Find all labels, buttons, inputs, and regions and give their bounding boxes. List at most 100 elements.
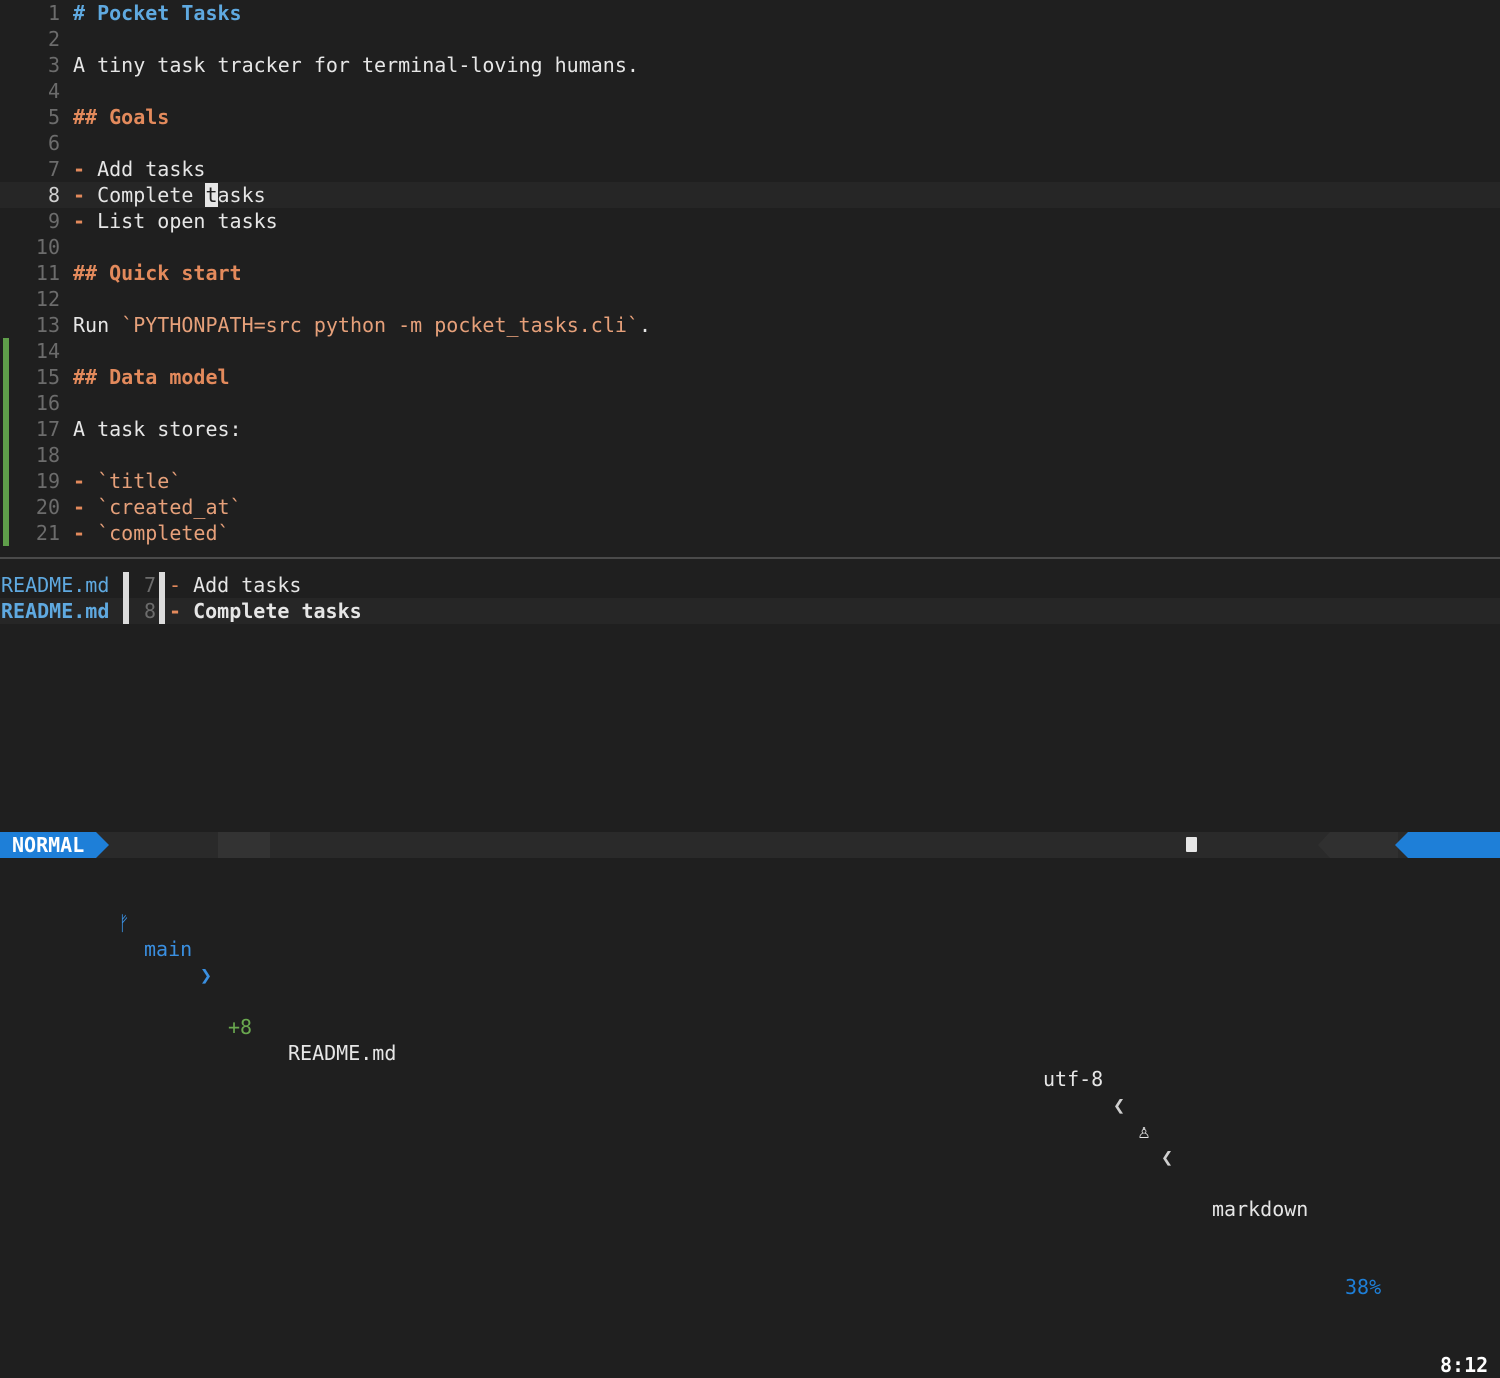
quickfix-line-number: 7 xyxy=(143,573,156,597)
line-number: 8 xyxy=(47,183,60,207)
text-span: # Pocket Tasks xyxy=(73,1,242,25)
file-encoding: utf-8 xyxy=(1043,1067,1104,1091)
line-text[interactable]: # Pocket Tasks xyxy=(73,0,242,26)
chevron-left-icon: ❮ xyxy=(1113,1093,1126,1117)
quickfix-text-content: Add tasks xyxy=(181,573,302,597)
editor-line[interactable]: 10 xyxy=(0,234,1500,260)
editor-line[interactable]: 15 ## Data model xyxy=(0,364,1500,390)
quickfix-divider xyxy=(123,598,129,624)
text-span: Add tasks xyxy=(97,157,206,181)
line-number: 6 xyxy=(47,131,60,155)
text-span: ## Goals xyxy=(73,105,170,129)
editor-line[interactable]: 21 - `completed` xyxy=(0,520,1500,546)
position-separator xyxy=(1395,832,1408,858)
line-text[interactable]: - Complete tasks xyxy=(73,182,266,208)
cursor-position: 8:12 xyxy=(1440,1353,1489,1377)
line-text[interactable]: - `title` xyxy=(73,468,181,494)
percent-block xyxy=(1330,832,1398,858)
mode-separator xyxy=(96,832,109,858)
window-split[interactable] xyxy=(0,557,1500,559)
editor-line[interactable]: 11 ## Quick start xyxy=(0,260,1500,286)
git-added-sign xyxy=(3,338,9,364)
text-span: asks xyxy=(217,183,266,207)
editor-line[interactable]: 3 A tiny task tracker for terminal-loving… xyxy=(0,52,1500,78)
text-span: - xyxy=(73,183,98,207)
percent-separator xyxy=(1318,832,1330,858)
line-number: 4 xyxy=(47,79,60,103)
status-line: NORMAL ᚠ main ❯ +8 README.md utf-8 ❮ ♙ ❮… xyxy=(0,832,1500,1377)
editor-line[interactable]: 8- Complete tasks xyxy=(0,182,1500,208)
editor-line[interactable]: 14 xyxy=(0,338,1500,364)
quickfix-filename[interactable]: README.md xyxy=(1,572,109,598)
git-branch-icon: ᚠ xyxy=(118,911,130,935)
line-text[interactable]: ## Data model xyxy=(73,364,230,390)
chevron-left-icon: ❮ xyxy=(1161,1145,1174,1169)
editor-line[interactable]: 2 xyxy=(0,26,1500,52)
editor-line[interactable]: 1 # Pocket Tasks xyxy=(0,0,1500,26)
editor-line[interactable]: 17 A task stores: xyxy=(0,416,1500,442)
editor-line[interactable]: 5 ## Goals xyxy=(0,104,1500,130)
text-span: - xyxy=(73,495,98,519)
line-number: 3 xyxy=(47,53,60,77)
line-number: 11 xyxy=(35,261,60,285)
text-span: `PYTHONPATH=src python -m pocket_tasks.c… xyxy=(121,313,639,337)
line-number: 2 xyxy=(47,27,60,51)
editor-line[interactable]: 16 xyxy=(0,390,1500,416)
git-added-sign xyxy=(3,468,9,494)
line-number: 7 xyxy=(47,157,60,181)
line-text[interactable]: - `created_at` xyxy=(73,494,242,520)
git-added-sign xyxy=(3,494,9,520)
file-type: markdown xyxy=(1212,1197,1309,1221)
text-span: A task stores: xyxy=(73,417,242,441)
line-text[interactable]: Run `PYTHONPATH=src python -m pocket_tas… xyxy=(73,312,651,338)
git-added-sign xyxy=(3,442,9,468)
editor-line[interactable]: 18 xyxy=(0,442,1500,468)
git-added-sign xyxy=(3,520,9,546)
list-dash: - xyxy=(169,573,182,597)
list-dash: - xyxy=(169,599,182,623)
line-text[interactable]: - `completed` xyxy=(73,520,230,546)
line-number: 17 xyxy=(35,417,60,441)
quickfix-item[interactable]: README.md 8- Complete tasks xyxy=(0,598,1500,624)
git-added-sign xyxy=(3,364,9,390)
quickfix-text: - Complete tasks xyxy=(169,598,362,624)
git-diff-count: +8 xyxy=(228,1015,253,1039)
editor-line[interactable]: 19- `title` xyxy=(0,468,1500,494)
status-filename: README.md xyxy=(288,1041,397,1065)
text-span: ## Quick start xyxy=(73,261,242,285)
line-text[interactable]: ## Goals xyxy=(73,104,169,130)
line-text[interactable]: ## Quick start xyxy=(73,260,242,286)
line-text[interactable]: - Add tasks xyxy=(73,156,205,182)
line-number: 21 xyxy=(35,521,60,545)
line-text[interactable]: A tiny task tracker for terminal-loving … xyxy=(73,52,639,78)
line-text[interactable]: - List open tasks xyxy=(73,208,278,234)
line-number: 12 xyxy=(35,287,60,311)
editor-line[interactable]: 13 Run `PYTHONPATH=src python -m pocket_t… xyxy=(0,312,1500,338)
text-span: ## Data model xyxy=(73,365,230,389)
editor-line[interactable]: 20- `created_at` xyxy=(0,494,1500,520)
editor-line[interactable]: 12 xyxy=(0,286,1500,312)
editor-line[interactable]: 7- Add tasks xyxy=(0,156,1500,182)
text-span: Complete xyxy=(97,183,206,207)
line-number: 10 xyxy=(35,235,60,259)
line-text[interactable]: A task stores: xyxy=(73,416,242,442)
text-span: `created_at` xyxy=(97,495,242,519)
text-span: - xyxy=(73,209,98,233)
quickfix-divider xyxy=(159,572,165,598)
editor-line[interactable]: 4 xyxy=(0,78,1500,104)
quickfix-filename[interactable]: README.md xyxy=(1,598,109,624)
chevron-right-icon: ❯ xyxy=(200,963,213,987)
text-span: . xyxy=(638,313,651,337)
line-number: 18 xyxy=(35,443,60,467)
quickfix-text: - Add tasks xyxy=(169,572,301,598)
quickfix-item[interactable]: README.md 7- Add tasks xyxy=(0,572,1500,598)
editor-pane[interactable]: 1 # Pocket Tasks 2 3 A tiny task tracker for… xyxy=(0,0,1500,558)
editor-line[interactable]: 6 xyxy=(0,130,1500,156)
line-number: 1 xyxy=(47,1,60,25)
file-icon xyxy=(1186,837,1197,852)
position-block xyxy=(1408,832,1500,858)
text-span: - xyxy=(73,157,98,181)
editor-line[interactable]: 9- List open tasks xyxy=(0,208,1500,234)
text-cursor: t xyxy=(205,183,218,207)
linux-icon: ♙ xyxy=(1138,1119,1151,1143)
